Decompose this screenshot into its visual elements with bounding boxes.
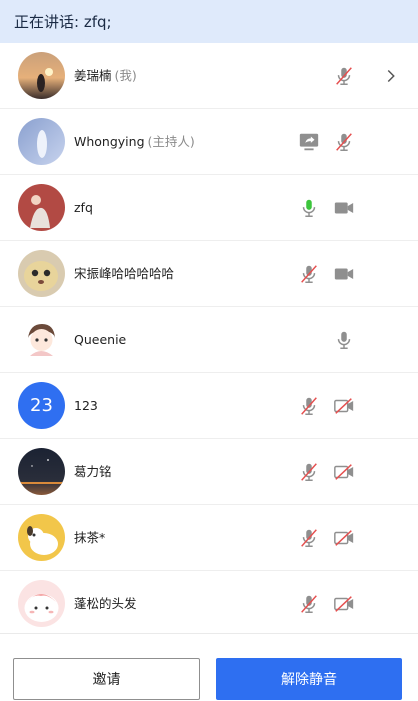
- avatar: [18, 448, 65, 495]
- participant-row-2[interactable]: zfq: [0, 175, 418, 241]
- mic-muted-icon[interactable]: [333, 131, 355, 153]
- camera-off-icon[interactable]: [333, 461, 355, 483]
- avatar: [18, 316, 65, 363]
- participant-name: 123: [74, 398, 98, 413]
- mic-muted-icon[interactable]: [298, 461, 320, 483]
- participant-name: 抹茶*: [74, 530, 106, 545]
- speaking-text: 正在讲话: zfq;: [14, 13, 112, 31]
- participant-row-4[interactable]: Queenie: [0, 307, 418, 373]
- mic-active-icon[interactable]: [298, 197, 320, 219]
- participant-name: Queenie: [74, 332, 127, 347]
- unmute-button[interactable]: 解除静音: [216, 658, 402, 700]
- participant-row-5[interactable]: 23 123: [0, 373, 418, 439]
- mic-muted-icon[interactable]: [298, 527, 320, 549]
- invite-button[interactable]: 邀请: [13, 658, 200, 700]
- participant-row-1[interactable]: Whongying (主持人): [0, 109, 418, 175]
- mic-muted-icon[interactable]: [298, 395, 320, 417]
- mic-icon[interactable]: [333, 329, 355, 351]
- chevron-right-icon[interactable]: [380, 65, 402, 87]
- avatar: [18, 250, 65, 297]
- participant-row-0[interactable]: 姜瑞楠 (我): [0, 43, 418, 109]
- avatar: [18, 52, 65, 99]
- avatar: [18, 514, 65, 561]
- avatar: [18, 118, 65, 165]
- screen-share-icon[interactable]: [298, 131, 320, 153]
- participant-name: 姜瑞楠 (我): [74, 68, 137, 83]
- participant-name: Whongying (主持人): [74, 134, 195, 149]
- camera-off-icon[interactable]: [333, 593, 355, 615]
- participant-row-7[interactable]: 抹茶*: [0, 505, 418, 571]
- participant-row-6[interactable]: 葛力铭: [0, 439, 418, 505]
- avatar: [18, 184, 65, 231]
- participant-row-8[interactable]: 蓬松的头发: [0, 571, 418, 633]
- mic-muted-icon[interactable]: [333, 65, 355, 87]
- footer-bar: 邀请 解除静音: [0, 633, 418, 701]
- avatar: 23: [18, 382, 65, 429]
- avatar: [18, 580, 65, 627]
- mic-muted-icon[interactable]: [298, 593, 320, 615]
- participant-name: 宋振峰哈哈哈哈哈: [74, 266, 175, 281]
- participant-name: zfq: [74, 200, 93, 215]
- camera-icon[interactable]: [333, 263, 355, 285]
- participant-name: 蓬松的头发: [74, 596, 137, 611]
- camera-off-icon[interactable]: [333, 527, 355, 549]
- mic-muted-icon[interactable]: [298, 263, 320, 285]
- camera-icon[interactable]: [333, 197, 355, 219]
- camera-off-icon[interactable]: [333, 395, 355, 417]
- participant-list[interactable]: 姜瑞楠 (我) Whongying (主持人) zfq 宋振峰哈哈哈哈哈 Que…: [0, 43, 418, 633]
- participant-name: 葛力铭: [74, 464, 112, 479]
- participant-row-3[interactable]: 宋振峰哈哈哈哈哈: [0, 241, 418, 307]
- speaking-bar: 正在讲话: zfq;: [0, 0, 418, 43]
